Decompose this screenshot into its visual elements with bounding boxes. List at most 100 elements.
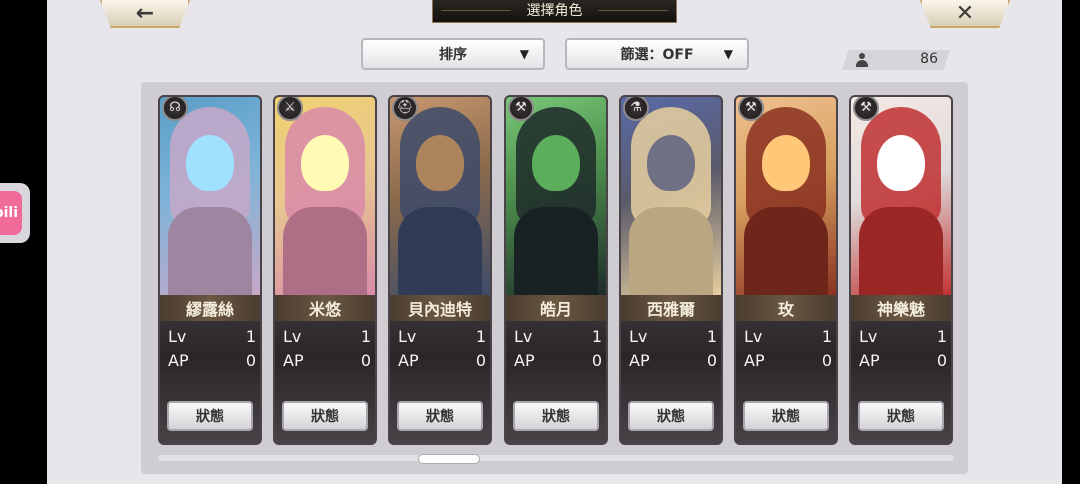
character-card[interactable]: 西雅爾 Lv 1 AP 0 狀態 ⚗ bbox=[619, 95, 723, 445]
portrait-face bbox=[647, 135, 695, 191]
portrait-face bbox=[532, 135, 580, 191]
status-button[interactable]: 狀態 bbox=[513, 401, 599, 431]
ap-value: 0 bbox=[591, 351, 602, 370]
ap-label: AP bbox=[629, 351, 650, 370]
portrait-body bbox=[168, 207, 252, 297]
sort-dropdown[interactable]: 排序 ▼ bbox=[361, 38, 545, 70]
level-label: Lv bbox=[859, 327, 878, 346]
character-name: 米悠 bbox=[275, 295, 375, 321]
horizontal-scrollbar[interactable] bbox=[158, 455, 954, 461]
level-value: 1 bbox=[245, 327, 256, 346]
ap-value: 0 bbox=[360, 351, 371, 370]
character-portrait[interactable] bbox=[621, 97, 721, 297]
ap-row: AP 0 bbox=[283, 351, 371, 371]
portrait-body bbox=[283, 207, 367, 297]
level-row: Lv 1 bbox=[859, 327, 947, 347]
level-label: Lv bbox=[398, 327, 417, 346]
ap-row: AP 0 bbox=[514, 351, 602, 371]
character-card[interactable]: 米悠 Lv 1 AP 0 狀態 ⚔ bbox=[273, 95, 377, 445]
ap-value: 0 bbox=[706, 351, 717, 370]
level-value: 1 bbox=[936, 327, 947, 346]
back-button[interactable]: ← bbox=[100, 0, 190, 28]
ap-row: AP 0 bbox=[859, 351, 947, 371]
portrait-face bbox=[186, 135, 234, 191]
character-card[interactable]: 玫 Lv 1 AP 0 狀態 ⚒ bbox=[734, 95, 838, 445]
filter-label: 篩選：OFF bbox=[620, 47, 694, 63]
page-title: 選擇角色 bbox=[432, 0, 677, 23]
ap-value: 0 bbox=[936, 351, 947, 370]
character-name: 西雅爾 bbox=[621, 295, 721, 321]
level-label: Lv bbox=[629, 327, 648, 346]
ap-value: 0 bbox=[245, 351, 256, 370]
level-row: Lv 1 bbox=[398, 327, 486, 347]
ap-row: AP 0 bbox=[629, 351, 717, 371]
chevron-down-icon: ▼ bbox=[723, 47, 733, 61]
character-name: 繆露絲 bbox=[160, 295, 260, 321]
bilibili-floating-button[interactable]: bili bbox=[0, 183, 30, 243]
character-portrait[interactable] bbox=[506, 97, 606, 297]
character-card[interactable]: 神樂魅 Lv 1 AP 0 狀態 ⚒ bbox=[849, 95, 953, 445]
portrait-body bbox=[629, 207, 713, 297]
level-row: Lv 1 bbox=[629, 327, 717, 347]
portrait-face bbox=[301, 135, 349, 191]
character-portrait[interactable] bbox=[736, 97, 836, 297]
ap-row: AP 0 bbox=[744, 351, 832, 371]
ap-label: AP bbox=[859, 351, 880, 370]
character-portrait[interactable] bbox=[390, 97, 490, 297]
filter-dropdown[interactable]: 篩選：OFF ▼ bbox=[565, 38, 749, 70]
weapon-type-icon: ☊ bbox=[162, 97, 188, 121]
level-value: 1 bbox=[706, 327, 717, 346]
portrait-body bbox=[514, 207, 598, 297]
portrait-body bbox=[398, 207, 482, 297]
level-row: Lv 1 bbox=[514, 327, 602, 347]
ap-label: AP bbox=[514, 351, 535, 370]
character-name: 皓月 bbox=[506, 295, 606, 321]
level-value: 1 bbox=[591, 327, 602, 346]
level-label: Lv bbox=[514, 327, 533, 346]
back-arrow-icon: ← bbox=[135, 0, 155, 26]
character-portrait[interactable] bbox=[275, 97, 375, 297]
sort-label: 排序 bbox=[439, 47, 467, 63]
portrait-face bbox=[416, 135, 464, 191]
character-portrait[interactable] bbox=[851, 97, 951, 297]
character-name: 貝內迪特 bbox=[390, 295, 490, 321]
ap-value: 0 bbox=[475, 351, 486, 370]
character-card[interactable]: 皓月 Lv 1 AP 0 狀態 ⚒ bbox=[504, 95, 608, 445]
close-icon: ✕ bbox=[955, 0, 975, 26]
character-card[interactable]: 貝內迪特 Lv 1 AP 0 狀態 ⛑ bbox=[388, 95, 492, 445]
chevron-down-icon: ▼ bbox=[519, 47, 529, 61]
scrollbar-thumb[interactable] bbox=[418, 454, 480, 464]
level-label: Lv bbox=[168, 327, 187, 346]
portrait-body bbox=[859, 207, 943, 297]
weapon-type-icon: ⚗ bbox=[623, 97, 649, 121]
user-icon bbox=[856, 53, 868, 67]
status-button[interactable]: 狀態 bbox=[282, 401, 368, 431]
right-system-bar bbox=[1062, 0, 1080, 484]
character-portrait[interactable] bbox=[160, 97, 260, 297]
level-label: Lv bbox=[744, 327, 763, 346]
status-button[interactable]: 狀態 bbox=[858, 401, 944, 431]
character-name: 神樂魅 bbox=[851, 295, 951, 321]
level-row: Lv 1 bbox=[283, 327, 371, 347]
level-row: Lv 1 bbox=[744, 327, 832, 347]
status-button[interactable]: 狀態 bbox=[397, 401, 483, 431]
ap-label: AP bbox=[283, 351, 304, 370]
level-row: Lv 1 bbox=[168, 327, 256, 347]
weapon-type-icon: ⛑ bbox=[392, 97, 418, 121]
level-value: 1 bbox=[821, 327, 832, 346]
character-count: 86 bbox=[920, 51, 938, 67]
ap-label: AP bbox=[744, 351, 765, 370]
ap-value: 0 bbox=[821, 351, 832, 370]
status-button[interactable]: 狀態 bbox=[743, 401, 829, 431]
status-button[interactable]: 狀態 bbox=[167, 401, 253, 431]
status-button[interactable]: 狀態 bbox=[628, 401, 714, 431]
portrait-face bbox=[877, 135, 925, 191]
weapon-type-icon: ⚒ bbox=[853, 97, 879, 121]
weapon-type-icon: ⚒ bbox=[738, 97, 764, 121]
close-button[interactable]: ✕ bbox=[920, 0, 1010, 28]
character-card[interactable]: 繆露絲 Lv 1 AP 0 狀態 ☊ bbox=[158, 95, 262, 445]
level-value: 1 bbox=[475, 327, 486, 346]
bilibili-logo: bili bbox=[0, 191, 22, 235]
character-name: 玫 bbox=[736, 295, 836, 321]
level-value: 1 bbox=[360, 327, 371, 346]
